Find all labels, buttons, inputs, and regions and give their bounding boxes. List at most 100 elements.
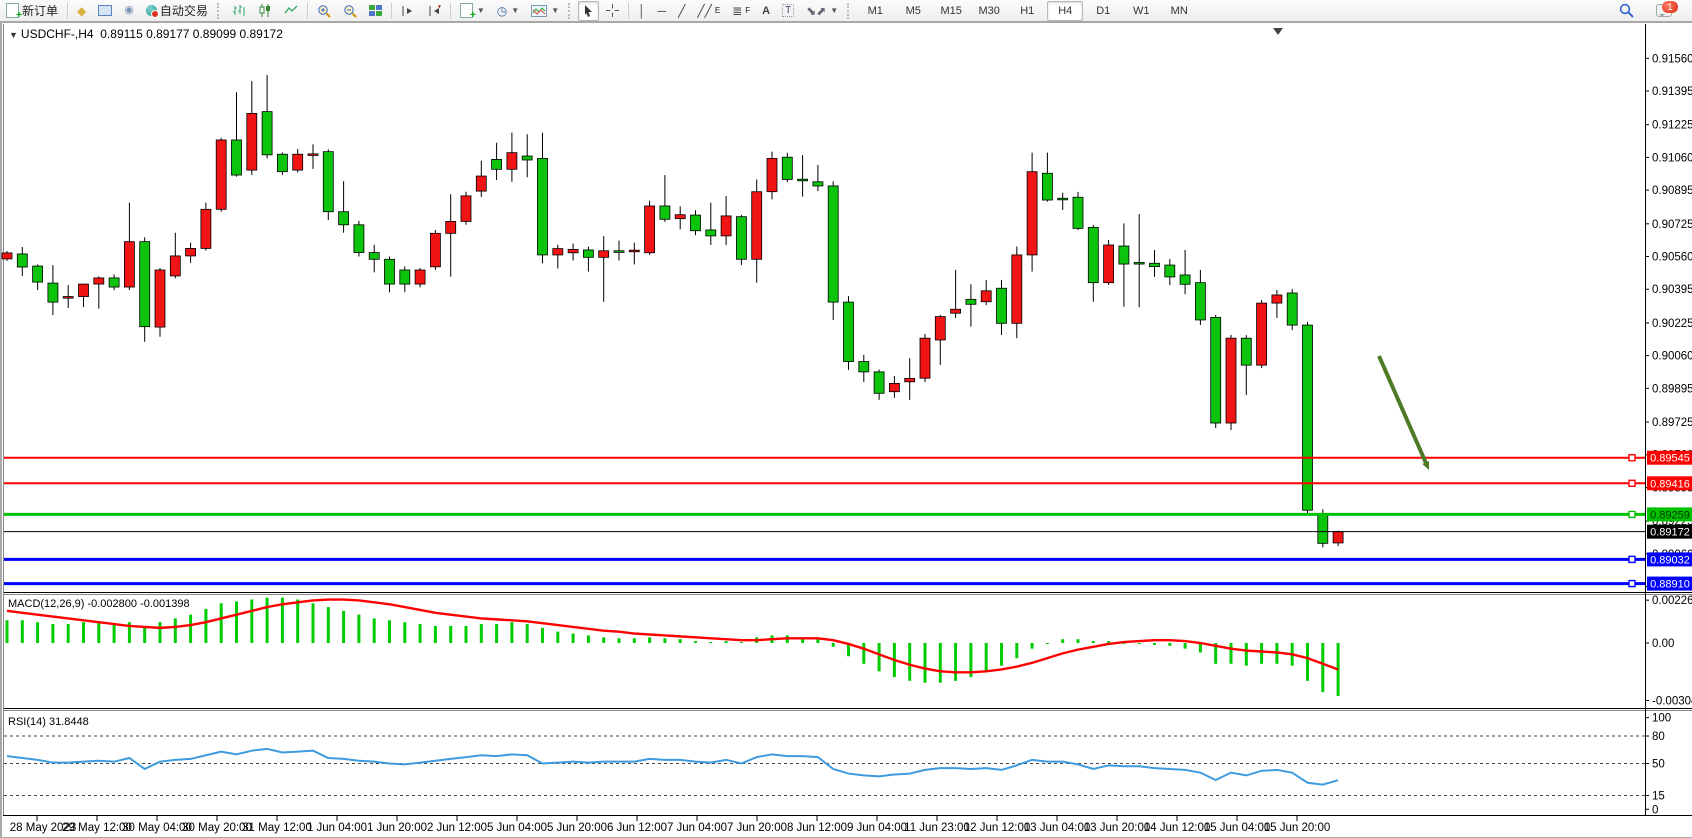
- period-button[interactable]: ◷▼: [492, 1, 524, 21]
- arrows-icon: ⬊⬈: [806, 4, 826, 18]
- notifications-button[interactable]: 1: [1651, 1, 1677, 21]
- trendline-tool-button[interactable]: ╱: [673, 1, 690, 21]
- timeframe-m15-button[interactable]: M15: [933, 1, 969, 21]
- svg-text:14 Jun 12:00: 14 Jun 12:00: [1144, 822, 1211, 834]
- arrows-tool-button[interactable]: ⬊⬈▼: [801, 1, 843, 21]
- separator: [67, 3, 68, 19]
- fibonacci-tool-label: F: [745, 6, 750, 15]
- chart-window[interactable]: 0.915600.913950.912250.910600.908950.907…: [0, 21, 1692, 838]
- cursor-icon: [583, 4, 594, 17]
- indicators-button[interactable]: ▼: [526, 1, 564, 21]
- market-watch-button[interactable]: ◆: [72, 1, 91, 21]
- cursor-tool-button[interactable]: [578, 1, 599, 21]
- svg-text:8 Jun 12:00: 8 Jun 12:00: [787, 822, 847, 834]
- line-chart-button[interactable]: [279, 1, 303, 21]
- indicators-icon: [531, 5, 547, 17]
- timeframe-w1-button[interactable]: W1: [1123, 1, 1159, 21]
- new-order-icon: +: [6, 3, 19, 18]
- svg-text:31 May 12:00: 31 May 12:00: [242, 822, 312, 834]
- terminal-button[interactable]: [93, 1, 117, 21]
- svg-text:0.00: 0.00: [1652, 638, 1674, 650]
- timeframe-m1-button[interactable]: M1: [857, 1, 893, 21]
- svg-text:0.89416: 0.89416: [1650, 478, 1690, 490]
- svg-text:0.91060: 0.91060: [1652, 152, 1692, 164]
- auto-trading-icon: [146, 5, 157, 16]
- svg-text:0.89172: 0.89172: [1650, 527, 1690, 539]
- new-chart-button[interactable]: +▼: [455, 1, 490, 21]
- svg-text:7 Jun 20:00: 7 Jun 20:00: [727, 822, 787, 834]
- timeframe-m5-button[interactable]: M5: [895, 1, 931, 21]
- crosshair-icon: [606, 4, 619, 17]
- svg-text:9 Jun 04:00: 9 Jun 04:00: [847, 822, 907, 834]
- svg-text:0.89032: 0.89032: [1650, 554, 1690, 566]
- text-tool-label: A: [762, 5, 770, 17]
- chart-title: ▼USDCHF-,H4 0.89115 0.89177 0.89099 0.89…: [9, 27, 283, 41]
- toolbar-grip: [847, 3, 853, 19]
- candlestick-button[interactable]: [253, 1, 277, 21]
- svg-text:0.90225: 0.90225: [1652, 318, 1692, 330]
- svg-text:0.89259: 0.89259: [1650, 509, 1690, 521]
- toolbar-grip: [568, 3, 574, 19]
- svg-text:7 Jun 04:00: 7 Jun 04:00: [667, 822, 727, 834]
- timeframe-mn-button[interactable]: MN: [1161, 1, 1197, 21]
- svg-text:2 Jun 12:00: 2 Jun 12:00: [427, 822, 487, 834]
- search-icon: [1619, 3, 1634, 18]
- chart-shift-button[interactable]: [396, 1, 420, 21]
- svg-text:15 Jun 04:00: 15 Jun 04:00: [1204, 822, 1271, 834]
- zoom-in-icon: [317, 4, 331, 18]
- signals-button[interactable]: ◉: [119, 1, 139, 21]
- svg-text:1 Jun 04:00: 1 Jun 04:00: [307, 822, 367, 834]
- svg-text:15: 15: [1652, 791, 1665, 803]
- auto-trading-button[interactable]: 自动交易: [141, 1, 213, 21]
- svg-text:1 Jun 20:00: 1 Jun 20:00: [367, 822, 427, 834]
- auto-trading-label: 自动交易: [160, 2, 208, 19]
- label-tool-button[interactable]: T: [777, 1, 799, 21]
- svg-text:0.90725: 0.90725: [1652, 219, 1692, 231]
- svg-text:6 Jun 12:00: 6 Jun 12:00: [607, 822, 667, 834]
- line-chart-icon: [284, 4, 298, 17]
- gem-icon: ◆: [77, 5, 86, 17]
- tile-windows-button[interactable]: [364, 1, 387, 21]
- svg-text:11 Jun 23:00: 11 Jun 23:00: [904, 822, 970, 834]
- svg-text:5 Jun 04:00: 5 Jun 04:00: [487, 822, 547, 834]
- channel-tool-button[interactable]: ╱╱E: [692, 1, 725, 21]
- search-button[interactable]: [1614, 1, 1639, 21]
- notification-badge: 1: [1662, 1, 1678, 13]
- chat-icon: 1: [1656, 4, 1672, 17]
- new-chart-icon: +: [460, 3, 473, 18]
- auto-scroll-button[interactable]: [422, 1, 446, 21]
- separator: [307, 3, 308, 19]
- timeframe-m30-button[interactable]: M30: [971, 1, 1007, 21]
- bar-chart-icon: [232, 4, 246, 17]
- timeframe-h4-button[interactable]: H4: [1047, 1, 1083, 21]
- bar-chart-button[interactable]: [227, 1, 251, 21]
- svg-text:0.89725: 0.89725: [1652, 417, 1692, 429]
- main-toolbar: + 新订单 ◆ ◉ 自动交易 +▼ ◷▼ ▼: [0, 0, 1692, 22]
- zoom-in-button[interactable]: [312, 1, 336, 21]
- svg-text:0.91395: 0.91395: [1652, 86, 1692, 98]
- fibonacci-tool-button[interactable]: ≣F: [727, 1, 755, 21]
- timeframe-d1-button[interactable]: D1: [1085, 1, 1121, 21]
- timeframe-h1-button[interactable]: H1: [1009, 1, 1045, 21]
- svg-text:0.90560: 0.90560: [1652, 252, 1692, 264]
- new-order-button[interactable]: + 新订单: [1, 1, 63, 21]
- clock-icon: ◷: [497, 4, 507, 18]
- crosshair-tool-button[interactable]: [601, 1, 624, 21]
- svg-text:13 Jun 20:00: 13 Jun 20:00: [1084, 822, 1151, 834]
- zoom-out-icon: [343, 4, 357, 18]
- svg-text:-0.003041: -0.003041: [1652, 695, 1692, 707]
- svg-text:0.89895: 0.89895: [1652, 383, 1692, 395]
- vline-tool-button[interactable]: │: [633, 1, 651, 21]
- tile-windows-icon: [369, 5, 382, 16]
- hline-tool-button[interactable]: ─: [653, 1, 672, 21]
- macd-indicator-label: MACD(12,26,9) -0.002800 -0.001398: [8, 598, 190, 610]
- new-order-label: 新订单: [22, 2, 58, 19]
- auto-scroll-icon: [427, 5, 441, 17]
- chart-canvas[interactable]: 0.915600.913950.912250.910600.908950.907…: [1, 22, 1692, 838]
- svg-text:100: 100: [1652, 713, 1671, 725]
- separator: [628, 3, 629, 19]
- text-tool-button[interactable]: A: [757, 1, 775, 21]
- zoom-out-button[interactable]: [338, 1, 362, 21]
- chart-title-caret-icon[interactable]: ▼: [9, 30, 18, 40]
- svg-text:15 Jun 20:00: 15 Jun 20:00: [1264, 822, 1331, 834]
